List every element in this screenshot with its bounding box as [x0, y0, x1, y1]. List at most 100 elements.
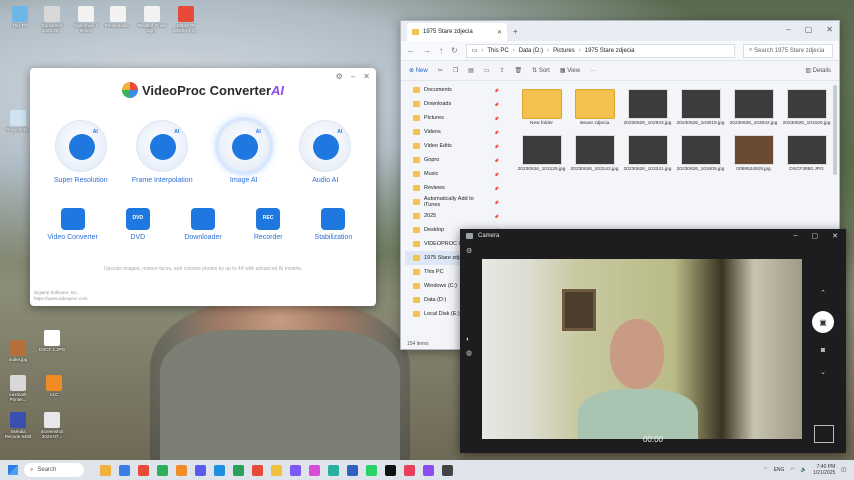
- search-input[interactable]: ⌕ Search 1975 Stare zdjecia: [743, 43, 833, 58]
- volume-icon[interactable]: 🔈: [801, 467, 807, 473]
- nav-item[interactable]: Downloads 📌: [405, 97, 499, 111]
- taskbar-app-icon[interactable]: [176, 464, 187, 476]
- breadcrumb-item[interactable]: Data (D:): [519, 48, 543, 54]
- desktop-icon[interactable]: outlet.jpg: [2, 340, 34, 362]
- desktop-icon[interactable]: This PC: [4, 6, 36, 28]
- scrollbar[interactable]: [833, 85, 837, 175]
- taskbar-search[interactable]: ⌕ Search: [24, 463, 84, 477]
- close-button[interactable]: ✕: [826, 25, 833, 34]
- breadcrumb-item[interactable]: Pictures: [553, 48, 575, 54]
- chevron-down-icon[interactable]: ⌄: [820, 368, 826, 376]
- nav-item[interactable]: Documents 📌: [405, 83, 499, 97]
- desktop-icon[interactable]: VLC: [38, 375, 70, 397]
- record-button[interactable]: ▣: [812, 311, 834, 333]
- taskbar-app-icon[interactable]: [233, 464, 244, 476]
- desktop-icon[interactable]: Presentatio...: [102, 6, 134, 28]
- ai-tool-super-resolution[interactable]: AI Super Resolution: [42, 120, 120, 184]
- tool-recorder[interactable]: REC Recorder: [236, 208, 301, 241]
- refresh-icon[interactable]: ↻: [451, 46, 458, 55]
- file-item[interactable]: 20230626_103125.jpg: [515, 134, 568, 173]
- taskbar-app-icon[interactable]: [404, 464, 415, 476]
- explorer-tab[interactable]: 1975 Stare zdjecia ✕: [407, 23, 507, 41]
- wifi-icon[interactable]: ◠: [790, 467, 794, 473]
- sort-button[interactable]: ⇅ Sort: [532, 67, 550, 74]
- minimize-button[interactable]: –: [794, 232, 798, 240]
- taskbar-app-icon[interactable]: [214, 464, 225, 476]
- scene-icon[interactable]: ◍: [466, 347, 472, 361]
- file-item[interactable]: New folder: [515, 89, 568, 127]
- desktop-icon[interactable]: DSCF 1.JPG: [36, 330, 68, 352]
- paste-icon[interactable]: ▤: [468, 67, 474, 74]
- nav-item[interactable]: Pictures 📌: [405, 111, 499, 125]
- desktop-icon[interactable]: Screenshot 2023-07...: [36, 412, 68, 439]
- ai-tool-image-ai[interactable]: AI Image AI: [205, 120, 283, 184]
- settings-icon[interactable]: ⚙: [466, 247, 472, 255]
- desktop-icon[interactable]: Converted 2023-06...: [36, 6, 68, 33]
- chevron-up-icon[interactable]: ⌃: [820, 289, 826, 297]
- taskbar-app-icon[interactable]: [100, 464, 111, 476]
- file-item[interactable]: steare zdjecia: [568, 89, 621, 127]
- breadcrumb-item[interactable]: 1975 Stare zdjecia: [585, 48, 635, 54]
- desktop-icon[interactable]: Slideshow 4 letters: [70, 6, 102, 33]
- close-tab-icon[interactable]: ✕: [497, 29, 502, 36]
- minimize-button[interactable]: –: [351, 72, 355, 81]
- nav-item[interactable]: Video Edits 📌: [405, 139, 499, 153]
- rename-icon[interactable]: ▭: [484, 67, 490, 74]
- nav-item[interactable]: Music 📌: [405, 167, 499, 181]
- forward-icon[interactable]: →: [423, 46, 431, 55]
- ai-tool-audio-ai[interactable]: AI Audio AI: [286, 120, 364, 184]
- nav-item[interactable]: 2025 📌: [405, 209, 499, 223]
- tray-chevron-icon[interactable]: ⌃: [763, 467, 767, 473]
- desktop-icon[interactable]: Lexmark Printer...: [2, 375, 34, 402]
- nav-item[interactable]: Gopro 📌: [405, 153, 499, 167]
- taskbar-app-icon[interactable]: [328, 464, 339, 476]
- tool-stabilization[interactable]: Stabilization: [301, 208, 366, 241]
- copy-icon[interactable]: ❐: [453, 67, 458, 74]
- hdr-icon[interactable]: ◐: [466, 333, 472, 347]
- start-button[interactable]: [8, 465, 18, 475]
- minimize-button[interactable]: –: [786, 25, 790, 34]
- desktop-icon[interactable]: ENSKYP 1050M-1 C...: [170, 6, 202, 33]
- taskbar-app-icon[interactable]: [271, 464, 282, 476]
- file-item[interactable]: 20230626_103409.jpg: [674, 134, 727, 173]
- taskbar-app-icon[interactable]: [252, 464, 263, 476]
- taskbar-app-icon[interactable]: [138, 464, 149, 476]
- breadcrumb-item[interactable]: This PC: [487, 48, 508, 54]
- file-item[interactable]: 20230626_103019.jpg: [674, 89, 727, 127]
- close-button[interactable]: ✕: [363, 72, 370, 81]
- nav-item[interactable]: Reviews 📌: [405, 181, 499, 195]
- gallery-thumbnail[interactable]: [814, 425, 834, 443]
- taskbar-app-icon[interactable]: [442, 464, 453, 476]
- taskbar-app-icon[interactable]: [290, 464, 301, 476]
- new-button[interactable]: ⊕ New: [409, 67, 428, 74]
- maximize-button[interactable]: ▢: [812, 232, 819, 240]
- file-item[interactable]: 20230626_103241.jpg: [621, 134, 674, 173]
- taskbar-app-icon[interactable]: [119, 464, 130, 476]
- desktop-icon[interactable]: Related Flows Bgi...: [136, 6, 168, 33]
- taskbar-app-icon[interactable]: [385, 464, 396, 476]
- ai-tool-frame-interpolation[interactable]: AI Frame Interpolation: [123, 120, 201, 184]
- photo-mode-icon[interactable]: ◙: [821, 347, 825, 354]
- language-indicator[interactable]: ENG: [774, 467, 785, 473]
- new-tab-button[interactable]: +: [513, 27, 518, 36]
- notification-icon[interactable]: ◫: [841, 467, 846, 473]
- file-item[interactable]: DSCF3880.JPG: [780, 134, 833, 173]
- taskbar-app-icon[interactable]: [309, 464, 320, 476]
- taskbar-app-icon[interactable]: [157, 464, 168, 476]
- details-button[interactable]: ▥ Details: [805, 67, 831, 74]
- share-icon[interactable]: ⇪: [499, 67, 504, 74]
- taskbar-app-icon[interactable]: [366, 464, 377, 476]
- settings-icon[interactable]: ⚙: [336, 72, 343, 81]
- view-button[interactable]: ▦ View: [560, 67, 580, 74]
- more-button[interactable]: ···: [590, 68, 596, 74]
- file-item[interactable]: 20230626_103143.jpg: [568, 134, 621, 173]
- file-item[interactable]: 20230626_103042.jpg: [727, 89, 780, 127]
- tool-downloader[interactable]: Downloader: [170, 208, 235, 241]
- desktop-icon[interactable]: XMedia Recode 64bit: [2, 412, 34, 439]
- nav-item[interactable]: Videos 📌: [405, 125, 499, 139]
- back-icon[interactable]: ←: [407, 46, 415, 55]
- taskbar-app-icon[interactable]: [347, 464, 358, 476]
- cut-icon[interactable]: ✂: [438, 67, 443, 74]
- tool-video-converter[interactable]: Video Converter: [40, 208, 105, 241]
- clock[interactable]: 7:40 PM 1/21/2025: [813, 464, 835, 476]
